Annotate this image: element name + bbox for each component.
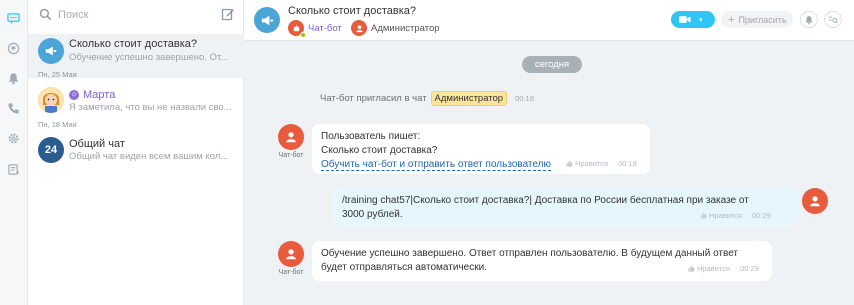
megaphone-icon xyxy=(261,15,273,25)
chat-item-title: Сколько стоит доставка? xyxy=(69,38,197,50)
camera-icon xyxy=(679,16,691,23)
admin-avatar[interactable] xyxy=(802,188,828,214)
search-bar xyxy=(28,0,244,30)
openlines-icon[interactable] xyxy=(6,41,21,56)
left-rail xyxy=(0,0,28,305)
like-button[interactable]: Нравится xyxy=(566,159,608,168)
thumbs-up-icon xyxy=(688,265,695,272)
message-line: Пользователь пишет: xyxy=(321,131,421,142)
like-button[interactable]: Нравится xyxy=(700,211,742,220)
bot-badge-icon: ☺ xyxy=(69,90,79,100)
system-message: Чат-бот пригласил в чат Администратор 00… xyxy=(320,91,534,106)
date-separator: Пн, 18 Мая xyxy=(38,120,77,129)
like-label: Нравится xyxy=(697,264,731,273)
author-name: Чат-бот xyxy=(278,269,304,276)
bell-icon xyxy=(805,15,813,24)
message-bubble-training-command: /training chat57|Сколько стоит доставка?… xyxy=(333,188,797,226)
train-bot-link[interactable]: Обучить чат-бот и отправить ответ пользо… xyxy=(321,159,551,171)
chat-item-preview: Обучение успешно завершено. От... xyxy=(69,52,229,63)
message-time: 00:18 xyxy=(515,94,534,103)
message-meta: Нравится 00:18 xyxy=(566,159,637,168)
like-label: Нравится xyxy=(575,159,609,168)
invite-button[interactable]: + Пригласить xyxy=(721,11,793,28)
new-chat-icon[interactable] xyxy=(221,7,235,21)
admin-mini-avatar xyxy=(351,20,367,36)
chat-item-marta[interactable]: ☺ Марта Я заметила, что вы не назвали св… xyxy=(28,80,244,124)
chat-item-preview: Я заметила, что вы не назвали сво... xyxy=(69,102,232,113)
like-label: Нравится xyxy=(709,211,743,220)
megaphone-icon xyxy=(45,46,57,56)
note-icon[interactable] xyxy=(6,162,21,177)
message-time: 00:29 xyxy=(740,264,759,273)
online-badge-icon xyxy=(300,32,306,38)
message-time: 00:18 xyxy=(618,159,637,168)
notifications-button[interactable] xyxy=(800,11,818,28)
plus-icon: + xyxy=(728,13,735,26)
chat-title[interactable]: Сколько стоит доставка? xyxy=(288,5,416,17)
marta-avatar xyxy=(38,87,64,113)
bot-mini-avatar xyxy=(288,20,306,38)
settings-gear-icon[interactable] xyxy=(6,131,21,146)
chat-item-preview: Общий чат виден всем вашим кол... xyxy=(69,151,229,162)
message-meta: Нравится 00:29 xyxy=(688,264,759,273)
user-icon xyxy=(810,196,820,207)
message-time: 00:29 xyxy=(752,211,771,220)
search-input[interactable] xyxy=(58,7,208,23)
chat-icon[interactable] xyxy=(6,11,21,26)
openline-avatar xyxy=(38,38,64,64)
chat-header: Сколько стоит доставка? Чат-бот Админист… xyxy=(244,0,854,41)
mention-chip[interactable]: Администратор xyxy=(430,91,508,106)
user-icon xyxy=(286,132,296,143)
chat-item-title: Общий чат xyxy=(69,138,125,150)
invite-label: Пригласить xyxy=(738,14,787,25)
phone-icon[interactable] xyxy=(6,101,21,116)
list-search-icon xyxy=(828,16,838,23)
message-meta: Нравится 00:29 xyxy=(700,211,771,220)
thumbs-up-icon xyxy=(700,212,707,219)
participant-admin[interactable]: Администратор xyxy=(351,19,440,37)
author-name: Чат-бот xyxy=(278,152,304,159)
chat-avatar[interactable] xyxy=(254,7,280,33)
thumbs-up-icon xyxy=(566,160,573,167)
day-separator: сегодня xyxy=(522,56,582,73)
bot-avatar[interactable] xyxy=(278,241,304,267)
message-bubble-training-complete: Обучение успешно завершено. Ответ отправ… xyxy=(312,241,772,281)
general-chat-avatar: 24 xyxy=(38,137,64,163)
participant-label: Чат-бот xyxy=(308,22,342,34)
chat-main: Сколько стоит доставка? Чат-бот Админист… xyxy=(244,0,854,305)
participant-bot[interactable]: Чат-бот xyxy=(288,19,342,38)
like-button[interactable]: Нравится xyxy=(688,264,730,273)
chat-item-general[interactable]: 24 Общий чат Общий чат виден всем вашим … xyxy=(28,130,244,174)
user-icon xyxy=(286,249,296,260)
bot-avatar[interactable] xyxy=(278,124,304,150)
date-separator: Пн, 25 Мая xyxy=(38,70,77,79)
chat-list-panel: Сколько стоит доставка? Обучение успешно… xyxy=(28,0,244,305)
notifications-icon[interactable] xyxy=(6,71,21,86)
chat-item-title: Марта xyxy=(83,89,116,101)
system-text: Чат-бот пригласил в чат xyxy=(320,93,427,104)
participant-label: Администратор xyxy=(371,22,440,34)
search-messages-button[interactable] xyxy=(824,11,842,28)
search-icon xyxy=(39,8,52,21)
chat-item-title-row: ☺ Марта xyxy=(69,89,115,101)
chevron-down-icon: ▾ xyxy=(699,16,703,24)
video-call-button[interactable]: ▾ xyxy=(671,11,715,28)
message-line: Сколько стоит доставка? xyxy=(321,145,438,156)
